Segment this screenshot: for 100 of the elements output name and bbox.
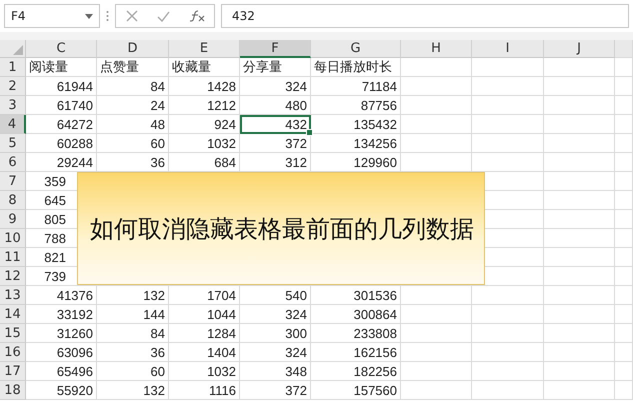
table-cell	[401, 343, 472, 362]
table-cell: 134256	[311, 134, 401, 153]
row-header[interactable]: 15	[0, 324, 26, 343]
table-cell	[615, 58, 633, 77]
table-cell: 55920	[26, 381, 97, 400]
table-cell	[401, 305, 472, 324]
name-box[interactable]: F4	[4, 4, 100, 28]
table-cell: 分享量	[240, 58, 311, 77]
table-cell	[401, 134, 472, 153]
table-cell: 60	[97, 134, 169, 153]
function-icon[interactable]	[188, 10, 204, 22]
table-cell: 233808	[311, 324, 401, 343]
row-header[interactable]: 8	[0, 191, 26, 210]
table-cell	[401, 286, 472, 305]
table-cell: 480	[240, 96, 311, 115]
table-cell: 324	[240, 305, 311, 324]
formula-field[interactable]: 432	[221, 4, 629, 28]
table-cell: 61740	[26, 96, 97, 115]
table-cell	[472, 77, 544, 96]
table-cell	[401, 115, 472, 134]
dropdown-icon	[85, 14, 93, 18]
table-cell	[544, 58, 615, 77]
table-cell	[401, 362, 472, 381]
table-cell: 300864	[311, 305, 401, 324]
table-cell	[401, 381, 472, 400]
check-icon[interactable]	[156, 10, 170, 22]
table-cell: 71184	[311, 77, 401, 96]
table-cell: 48	[97, 115, 169, 134]
table-cell	[544, 210, 615, 229]
row-header[interactable]: 7	[0, 172, 26, 191]
table-cell: 372	[240, 381, 311, 400]
column-header[interactable]: F	[240, 40, 311, 58]
row-header[interactable]: 16	[0, 343, 26, 362]
column-header[interactable]: I	[472, 40, 544, 58]
table-cell	[615, 191, 633, 210]
table-cell: 301536	[311, 286, 401, 305]
column-header[interactable]: G	[311, 40, 401, 58]
column-header[interactable]: H	[401, 40, 472, 58]
table-cell	[544, 77, 615, 96]
cancel-icon[interactable]	[126, 10, 138, 22]
row-header[interactable]: 5	[0, 134, 26, 153]
table-cell: 31260	[26, 324, 97, 343]
row-header[interactable]: 9	[0, 210, 26, 229]
row-header[interactable]: 10	[0, 229, 26, 248]
table-cell: 41376	[26, 286, 97, 305]
table-cell	[544, 191, 615, 210]
row-header[interactable]: 18	[0, 381, 26, 400]
column-header[interactable]: C	[26, 40, 97, 58]
row-header[interactable]: 13	[0, 286, 26, 305]
table-cell: 182256	[311, 362, 401, 381]
row-header[interactable]: 14	[0, 305, 26, 324]
column-header[interactable]: J	[544, 40, 615, 58]
table-cell: 432	[240, 115, 311, 134]
table-cell: 1116	[169, 381, 240, 400]
table-cell	[472, 343, 544, 362]
table-cell	[401, 324, 472, 343]
table-cell	[615, 115, 633, 134]
table-cell: 63096	[26, 343, 97, 362]
table-cell: 1032	[169, 362, 240, 381]
table-cell: 24	[97, 96, 169, 115]
table-cell	[615, 324, 633, 343]
table-cell	[472, 286, 544, 305]
table-cell	[472, 324, 544, 343]
table-cell: 每日播放时长	[311, 58, 401, 77]
table-cell	[615, 77, 633, 96]
table-cell: 372	[240, 134, 311, 153]
row-header[interactable]: 11	[0, 248, 26, 267]
row-header[interactable]: 17	[0, 362, 26, 381]
row-header[interactable]: 4	[0, 115, 26, 134]
table-cell: 61944	[26, 77, 97, 96]
table-cell	[472, 134, 544, 153]
row-header[interactable]: 12	[0, 267, 26, 286]
table-cell	[615, 362, 633, 381]
table-cell	[615, 381, 633, 400]
table-cell: 157560	[311, 381, 401, 400]
column-header[interactable]: D	[97, 40, 169, 58]
drag-handle-icon	[106, 10, 109, 22]
table-cell: 1044	[169, 305, 240, 324]
table-cell	[544, 305, 615, 324]
table-cell	[544, 362, 615, 381]
table-cell: 点赞量	[97, 58, 169, 77]
row-header[interactable]: 3	[0, 96, 26, 115]
table-cell	[615, 134, 633, 153]
row-header[interactable]: 2	[0, 77, 26, 96]
select-all-icon[interactable]	[13, 45, 23, 55]
row-header[interactable]: 6	[0, 153, 26, 172]
table-cell	[544, 115, 615, 134]
table-cell: 162156	[311, 343, 401, 362]
table-cell: 1212	[169, 96, 240, 115]
table-cell	[544, 229, 615, 248]
table-cell	[544, 286, 615, 305]
column-header[interactable]: E	[169, 40, 240, 58]
table-cell	[544, 267, 615, 286]
table-cell	[544, 248, 615, 267]
table-cell	[615, 153, 633, 172]
row-header[interactable]: 1	[0, 58, 26, 77]
table-cell	[472, 96, 544, 115]
table-cell	[544, 324, 615, 343]
table-cell: 540	[240, 286, 311, 305]
table-cell: 300	[240, 324, 311, 343]
